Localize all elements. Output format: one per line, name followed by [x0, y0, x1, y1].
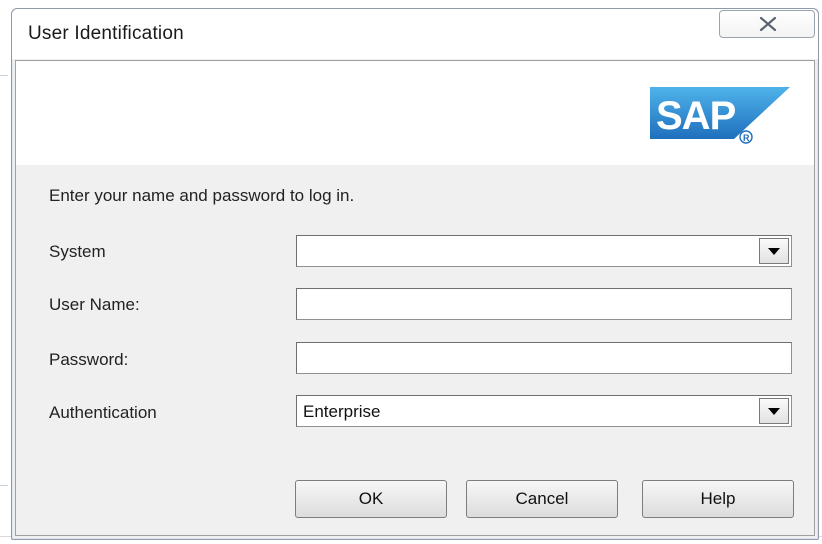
dialog-body: SAP R Enter your name and password to lo… [15, 60, 815, 536]
authentication-select[interactable]: Enterprise [296, 395, 792, 427]
background-edge-line [0, 75, 8, 76]
user-identification-dialog: User Identification SAP R Enter your nam… [11, 8, 819, 540]
close-button[interactable] [719, 10, 815, 38]
ok-button[interactable]: OK [295, 480, 447, 518]
login-prompt: Enter your name and password to log in. [49, 186, 355, 205]
window-title: User Identification [28, 23, 184, 44]
password-input[interactable] [296, 342, 792, 374]
close-x-icon [759, 17, 777, 31]
authentication-label: Authentication [49, 403, 157, 422]
user-name-label: User Name: [49, 295, 140, 314]
cancel-button[interactable]: Cancel [466, 480, 618, 518]
logo-banner: SAP R [16, 61, 814, 165]
sap-logo: SAP R [650, 87, 790, 144]
background-edge-line [0, 485, 8, 486]
system-label: System [49, 242, 106, 261]
user-name-input[interactable] [296, 288, 792, 320]
authentication-dropdown-button[interactable] [759, 398, 789, 424]
help-button[interactable]: Help [642, 480, 794, 518]
svg-text:R: R [743, 133, 750, 143]
screen: User Identification SAP R Enter your nam… [0, 0, 822, 544]
system-select[interactable] [296, 235, 792, 267]
title-bar: User Identification [12, 9, 818, 59]
system-dropdown-button[interactable] [759, 238, 789, 264]
password-label: Password: [49, 350, 129, 369]
authentication-value: Enterprise [303, 402, 381, 421]
chevron-down-icon [768, 408, 780, 415]
chevron-down-icon [768, 248, 780, 255]
sap-logo-text: SAP [656, 94, 736, 138]
